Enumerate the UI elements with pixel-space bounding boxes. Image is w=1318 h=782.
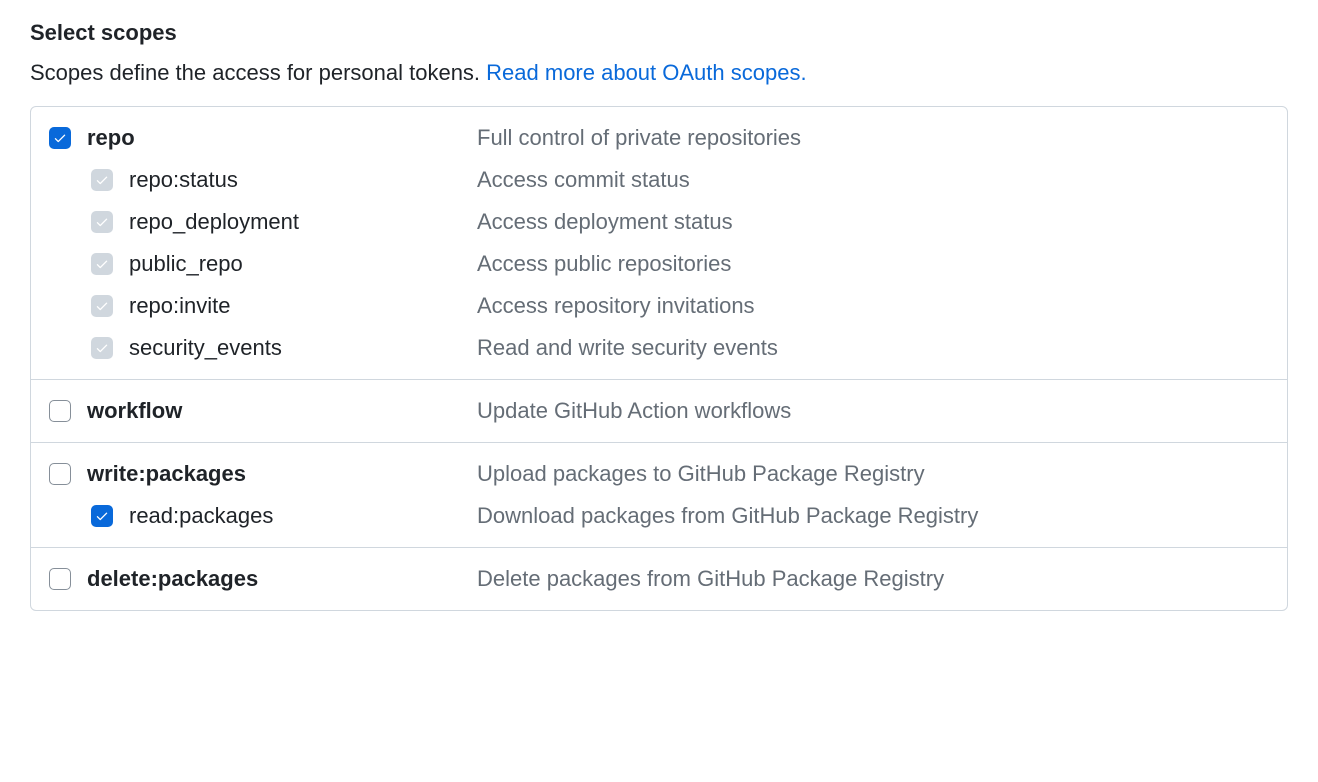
scope-group-repo: repo Full control of private repositorie… xyxy=(31,107,1287,380)
checkbox-workflow[interactable] xyxy=(49,400,71,422)
scope-desc: Access repository invitations xyxy=(477,293,755,319)
checkmark-icon xyxy=(95,341,109,355)
scope-desc: Upload packages to GitHub Package Regist… xyxy=(477,461,925,487)
scope-row-public-repo: public_repo Access public repositories xyxy=(49,243,1269,285)
scope-container: repo Full control of private repositorie… xyxy=(30,106,1288,611)
scope-label: public_repo xyxy=(129,251,243,277)
scope-label: security_events xyxy=(129,335,282,361)
checkbox-repo[interactable] xyxy=(49,127,71,149)
scope-row-security-events: security_events Read and write security … xyxy=(49,327,1269,361)
scope-row-read-packages: read:packages Download packages from Git… xyxy=(49,495,1269,529)
scope-desc: Access public repositories xyxy=(477,251,731,277)
checkmark-icon xyxy=(95,257,109,271)
scope-label: delete:packages xyxy=(87,566,258,592)
checkbox-read-packages[interactable] xyxy=(91,505,113,527)
checkmark-icon xyxy=(53,131,67,145)
checkmark-icon xyxy=(95,299,109,313)
scope-label: repo_deployment xyxy=(129,209,299,235)
scope-group-write-packages: write:packages Upload packages to GitHub… xyxy=(31,443,1287,548)
scope-desc: Delete packages from GitHub Package Regi… xyxy=(477,566,944,592)
scope-desc: Access commit status xyxy=(477,167,690,193)
scope-desc: Access deployment status xyxy=(477,209,733,235)
checkbox-public-repo xyxy=(91,253,113,275)
scope-label: repo:status xyxy=(129,167,238,193)
scope-label: read:packages xyxy=(129,503,273,529)
scope-row-write-packages: write:packages Upload packages to GitHub… xyxy=(49,461,1269,495)
checkbox-write-packages[interactable] xyxy=(49,463,71,485)
scope-row-workflow: workflow Update GitHub Action workflows xyxy=(49,398,1269,424)
checkmark-icon xyxy=(95,215,109,229)
scope-label: repo xyxy=(87,125,135,151)
oauth-scopes-link[interactable]: Read more about OAuth scopes. xyxy=(486,60,806,85)
description-text: Scopes define the access for personal to… xyxy=(30,60,486,85)
checkbox-repo-invite xyxy=(91,295,113,317)
scope-row-repo: repo Full control of private repositorie… xyxy=(49,125,1269,159)
checkmark-icon xyxy=(95,509,109,523)
scope-desc: Update GitHub Action workflows xyxy=(477,398,791,424)
scope-desc: Download packages from GitHub Package Re… xyxy=(477,503,978,529)
section-heading: Select scopes xyxy=(30,20,1288,46)
scope-label: workflow xyxy=(87,398,182,424)
checkbox-security-events xyxy=(91,337,113,359)
scope-row-delete-packages: delete:packages Delete packages from Git… xyxy=(49,566,1269,592)
scope-group-delete-packages: delete:packages Delete packages from Git… xyxy=(31,548,1287,610)
section-description: Scopes define the access for personal to… xyxy=(30,60,1288,86)
scope-row-repo-invite: repo:invite Access repository invitation… xyxy=(49,285,1269,327)
checkbox-repo-status xyxy=(91,169,113,191)
checkbox-delete-packages[interactable] xyxy=(49,568,71,590)
scope-label: write:packages xyxy=(87,461,246,487)
scope-desc: Read and write security events xyxy=(477,335,778,361)
scope-desc: Full control of private repositories xyxy=(477,125,801,151)
checkmark-icon xyxy=(95,173,109,187)
scope-row-repo-status: repo:status Access commit status xyxy=(49,159,1269,201)
checkbox-repo-deployment xyxy=(91,211,113,233)
scope-row-repo-deployment: repo_deployment Access deployment status xyxy=(49,201,1269,243)
scope-label: repo:invite xyxy=(129,293,231,319)
scope-group-workflow: workflow Update GitHub Action workflows xyxy=(31,380,1287,443)
